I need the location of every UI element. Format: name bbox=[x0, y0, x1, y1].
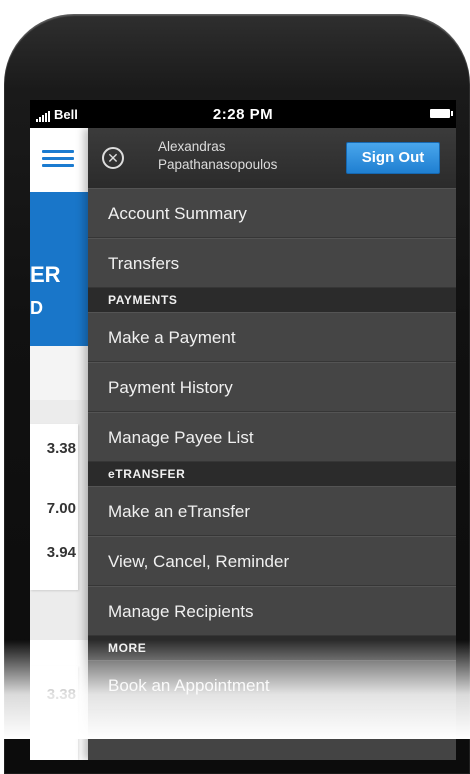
menu-item-make-etransfer[interactable]: Make an eTransfer bbox=[88, 486, 456, 536]
menu-item-view-cancel-reminder[interactable]: View, Cancel, Reminder bbox=[88, 536, 456, 586]
navigation-drawer: ✕ Alexandras Papathanasopoulos Sign Out … bbox=[88, 128, 456, 760]
banner-text-line1: ER bbox=[30, 262, 61, 287]
battery-icon bbox=[430, 109, 453, 118]
user-first-name: Alexandras bbox=[158, 139, 226, 154]
section-header-payments: PAYMENTS bbox=[88, 288, 456, 312]
section-header-more: MORE bbox=[88, 636, 456, 660]
phone-screen: Bell 2:28 PM ER D 3.38 7.00 3.94 3.38 ✕ … bbox=[30, 100, 456, 760]
hamburger-menu-icon[interactable] bbox=[42, 150, 74, 168]
menu-item-transfers[interactable]: Transfers bbox=[88, 238, 456, 288]
menu-item-account-summary[interactable]: Account Summary bbox=[88, 188, 456, 238]
banner-text-line2: D bbox=[30, 298, 43, 318]
account-list: 3.38 7.00 3.94 bbox=[30, 400, 88, 640]
account-amount: 3.94 bbox=[46, 544, 76, 561]
account-banner: ER D bbox=[30, 192, 88, 346]
sign-out-button[interactable]: Sign Out bbox=[346, 142, 440, 174]
account-amount: 7.00 bbox=[46, 500, 76, 517]
app-header bbox=[30, 128, 88, 188]
menu-item-make-payment[interactable]: Make a Payment bbox=[88, 312, 456, 362]
user-last-name: Papathanasopoulos bbox=[158, 157, 278, 172]
drawer-header: ✕ Alexandras Papathanasopoulos Sign Out bbox=[88, 128, 456, 189]
status-bar: Bell 2:28 PM bbox=[30, 100, 456, 128]
menu-item-manage-payee-list[interactable]: Manage Payee List bbox=[88, 412, 456, 462]
account-amount: 3.38 bbox=[46, 686, 76, 703]
menu-item-manage-recipients[interactable]: Manage Recipients bbox=[88, 586, 456, 636]
status-time: 2:28 PM bbox=[212, 106, 274, 123]
section-header-etransfer: eTRANSFER bbox=[88, 462, 456, 486]
user-name: Alexandras Papathanasopoulos bbox=[158, 138, 328, 174]
menu-item-payment-history[interactable]: Payment History bbox=[88, 362, 456, 412]
background-app: ER D 3.38 7.00 3.94 3.38 bbox=[30, 128, 88, 760]
account-amount: 3.38 bbox=[46, 440, 76, 457]
account-card[interactable] bbox=[30, 666, 78, 760]
section-spacer bbox=[30, 346, 88, 400]
menu-item-book-appointment[interactable]: Book an Appointment bbox=[88, 660, 456, 710]
close-icon[interactable]: ✕ bbox=[102, 147, 124, 169]
